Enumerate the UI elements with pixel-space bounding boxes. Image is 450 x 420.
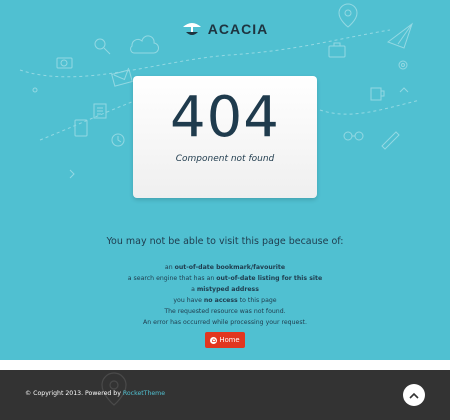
back-to-top-button[interactable]: [403, 384, 425, 406]
home-button-label: Home: [219, 336, 240, 344]
reasons-title: You may not be able to visit this page b…: [106, 236, 344, 247]
reasons-list: an out-of-date bookmark/favourite a sear…: [0, 262, 450, 328]
home-button[interactable]: ⌂ Home: [205, 332, 245, 348]
list-item: The requested resource was not found.: [164, 308, 286, 315]
error-code: 404: [170, 85, 280, 150]
chevron-up-icon: [409, 392, 419, 399]
brand-name: ACACIA: [207, 21, 269, 37]
error-card: 404 Component not found: [133, 76, 317, 198]
error-message: Component not found: [175, 154, 275, 164]
brand-logo[interactable]: ACACIA: [0, 20, 450, 38]
copyright-text: © Copyright 2013. Powered by RocketTheme: [25, 390, 166, 397]
footer-divider: [0, 360, 450, 370]
hero-section: ACACIA 404 Component not found You may n…: [0, 0, 450, 360]
list-item: you have no access to this page: [173, 297, 277, 304]
list-item: An error has occurred while processing y…: [143, 319, 307, 326]
list-item: a search engine that has an out-of-date …: [127, 275, 323, 282]
acacia-tree-icon: [182, 23, 201, 35]
list-item: a mistyped address: [191, 286, 259, 293]
list-item: an out-of-date bookmark/favourite: [164, 264, 286, 271]
footer: © Copyright 2013. Powered by RocketTheme: [0, 370, 450, 420]
home-circle-icon: ⌂: [210, 336, 218, 344]
rockettheme-link[interactable]: RocketTheme: [123, 390, 165, 397]
